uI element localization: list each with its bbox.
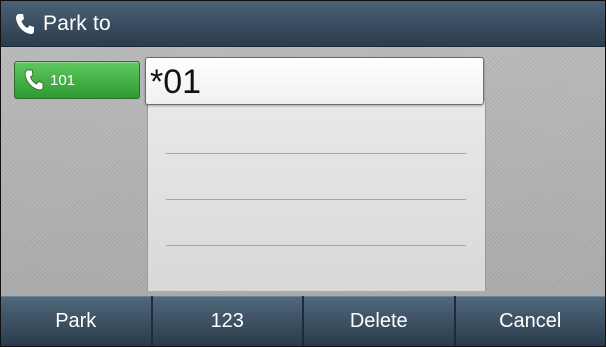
park-button[interactable]: Park xyxy=(1,296,151,346)
softkey-bar: Park 123 Delete Cancel xyxy=(1,296,605,346)
cancel-button[interactable]: Cancel xyxy=(455,296,605,346)
list-divider xyxy=(166,153,466,154)
entry-list xyxy=(147,101,486,291)
line-key-label: 101 xyxy=(50,71,76,89)
input-mode-button[interactable]: 123 xyxy=(152,296,302,346)
phone-handset-icon xyxy=(15,13,35,35)
list-divider xyxy=(166,245,466,246)
park-target-input[interactable]: *01 xyxy=(145,57,484,105)
phone-handset-icon xyxy=(24,69,44,91)
page-title: Park to xyxy=(43,11,111,35)
delete-button[interactable]: Delete xyxy=(304,296,454,346)
list-divider xyxy=(166,199,466,200)
title-bar: Park to xyxy=(1,1,605,47)
phone-screen: Park to 101 *01 Park 123 Delete Cancel xyxy=(0,0,606,347)
line-key-101[interactable]: 101 xyxy=(14,61,140,99)
